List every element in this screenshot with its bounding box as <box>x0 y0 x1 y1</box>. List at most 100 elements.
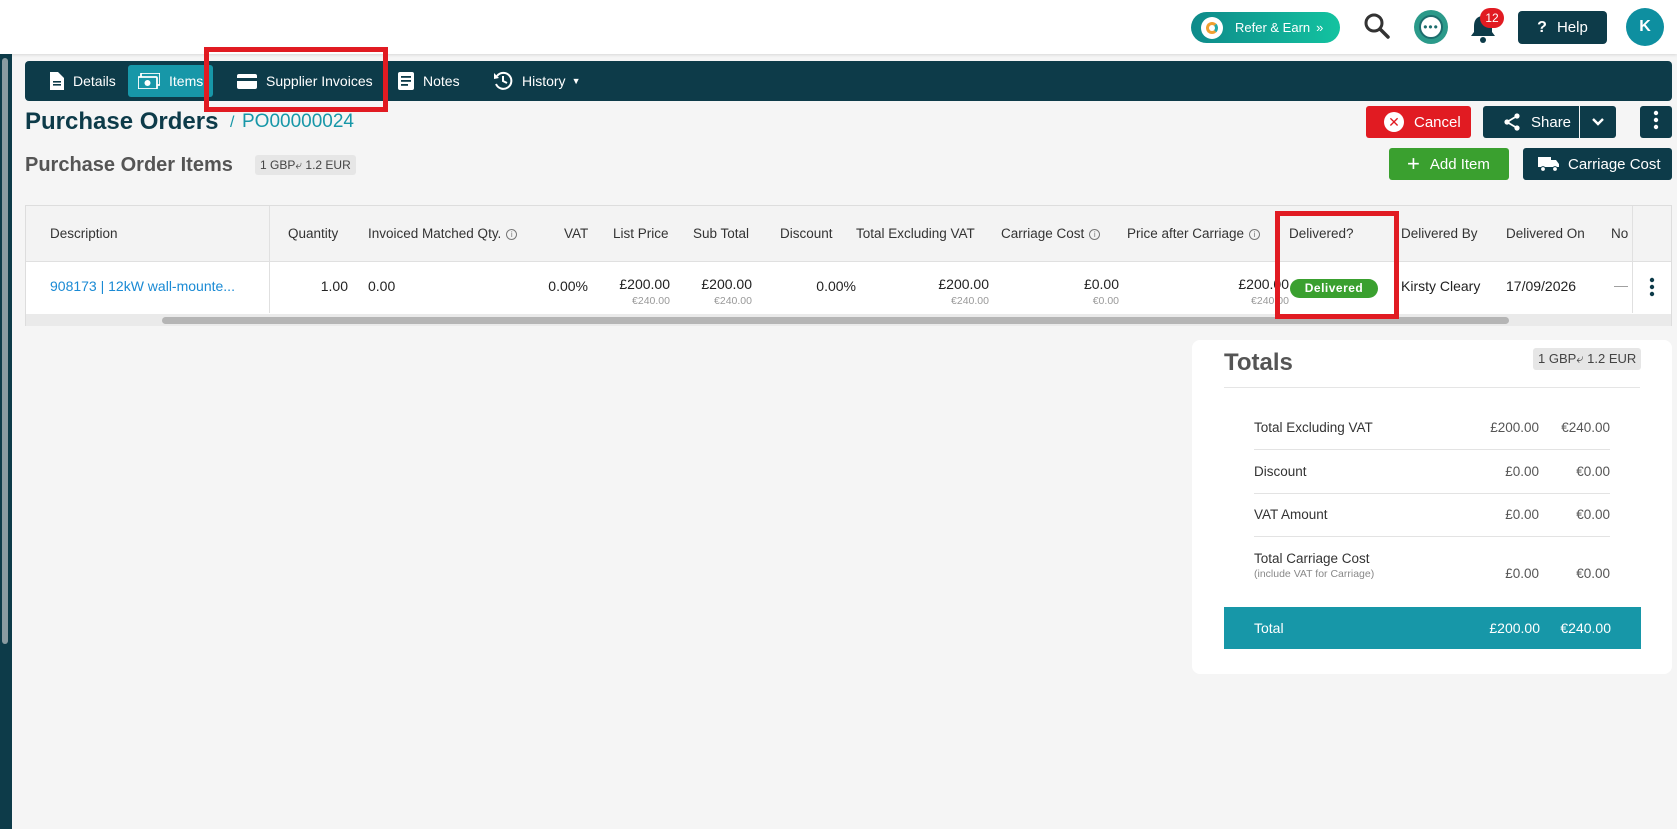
add-item-button[interactable]: + Add Item <box>1389 148 1509 180</box>
totals-card: Totals Total Excluding VAT £200.00 €240.… <box>1192 340 1672 674</box>
col-description[interactable]: Description <box>50 226 118 241</box>
breadcrumb-separator: / <box>230 114 235 131</box>
document-icon <box>48 72 64 90</box>
divider <box>1254 536 1610 537</box>
col-carriage-cost-label: Carriage Cost <box>1001 226 1085 241</box>
kebab-icon <box>1653 110 1659 134</box>
grand-total-eur: €240.00 <box>1560 620 1611 636</box>
cell-list-price: £200.00 <box>619 276 670 292</box>
search-icon[interactable] <box>1362 11 1392 41</box>
plus-icon: + <box>1407 151 1420 176</box>
totals-note: (include VAT for Carriage) <box>1254 568 1375 580</box>
more-options-button[interactable] <box>1640 106 1672 138</box>
tab-label: Details <box>73 73 116 89</box>
col-notes[interactable]: No <box>1611 226 1628 241</box>
totals-gbp: £0.00 <box>1505 464 1539 479</box>
column-divider <box>269 206 270 313</box>
refer-and-earn-button[interactable]: Refer & Earn » <box>1191 12 1340 43</box>
cell-vat: 0.00% <box>548 278 588 294</box>
totals-label: Discount <box>1254 464 1307 479</box>
tab-supplier-invoices[interactable]: Supplier Invoices <box>227 65 383 97</box>
cell-delivered-by: Kirsty Cleary <box>1401 278 1481 294</box>
col-sub-total[interactable]: Sub Total <box>693 226 749 241</box>
divider <box>1254 449 1610 450</box>
breadcrumb-po-number[interactable]: PO00000024 <box>242 111 354 133</box>
chat-icon[interactable]: ••• <box>1414 10 1448 44</box>
col-vat[interactable]: VAT <box>564 226 588 241</box>
tab-label: Supplier Invoices <box>266 73 373 89</box>
cancel-button[interactable]: ✕ Cancel <box>1366 106 1471 138</box>
help-label: Help <box>1556 19 1588 36</box>
close-icon: ✕ <box>1384 112 1404 132</box>
col-invoiced-matched[interactable]: Invoiced Matched Qty. i <box>368 226 518 241</box>
totals-gbp: £0.00 <box>1505 566 1539 581</box>
col-quantity[interactable]: Quantity <box>288 226 338 241</box>
col-delivered-by[interactable]: Delivered By <box>1401 226 1478 241</box>
exchange-rate-chip: 1 GBP⤶ 1.2 EUR <box>255 155 356 175</box>
share-dropdown-button[interactable] <box>1580 106 1616 138</box>
tab-bar: Details Items Supplier Invoices Notes Hi… <box>25 61 1672 101</box>
notes-icon <box>398 72 414 90</box>
cell-total-excl-vat: £200.00 <box>938 276 989 292</box>
col-list-price[interactable]: List Price <box>613 226 669 241</box>
col-total-excl-vat[interactable]: Total Excluding VAT <box>856 226 975 241</box>
col-carriage-cost[interactable]: Carriage Cost i <box>1001 226 1101 241</box>
cell-notes: — <box>1614 277 1628 293</box>
item-description-link[interactable]: 908173 | 12kW wall-mounte... <box>50 278 235 294</box>
left-sidebar-scrollbar[interactable] <box>0 54 12 829</box>
col-delivered[interactable]: Delivered? <box>1289 226 1354 241</box>
row-actions-kebab-icon[interactable] <box>1649 277 1655 300</box>
totals-gbp: £200.00 <box>1490 420 1539 435</box>
help-button[interactable]: ? Help <box>1518 11 1607 44</box>
section-title: Purchase Order Items <box>25 154 233 176</box>
cancel-label: Cancel <box>1414 113 1461 131</box>
cell-price-after-carriage: £200.00 <box>1238 276 1289 292</box>
carriage-cost-button[interactable]: Carriage Cost <box>1523 148 1672 180</box>
table-row[interactable]: 908173 | 12kW wall-mounte... 1.00 0.00 0… <box>26 263 1671 313</box>
tab-items[interactable]: Items <box>128 65 214 97</box>
table-header: Description Quantity Invoiced Matched Qt… <box>26 206 1671 262</box>
totals-eur: €0.00 <box>1576 507 1610 522</box>
tab-history[interactable]: History ▼ <box>483 65 590 97</box>
totals-label-wrap: Total Carriage Cost (include VAT for Car… <box>1254 551 1374 580</box>
tab-details[interactable]: Details <box>38 65 126 97</box>
truck-icon <box>1538 156 1560 172</box>
share-label: Share <box>1531 113 1572 131</box>
cell-quantity: 1.00 <box>320 278 348 294</box>
totals-label: Total Carriage Cost <box>1254 551 1370 566</box>
history-icon <box>493 71 513 91</box>
cell-sub-total-eur: €240.00 <box>714 295 752 307</box>
notification-badge: 12 <box>1480 8 1504 28</box>
status-badge: Delivered <box>1290 279 1378 298</box>
col-discount[interactable]: Discount <box>780 226 833 241</box>
col-delivered-on[interactable]: Delivered On <box>1506 226 1585 241</box>
cell-discount: 0.00% <box>816 278 856 294</box>
share-button[interactable]: Share <box>1483 106 1579 138</box>
totals-row-carriage: Total Carriage Cost (include VAT for Car… <box>1254 551 1610 585</box>
tab-label: History <box>522 73 566 89</box>
grand-total-gbp: £200.00 <box>1489 620 1540 636</box>
totals-title: Totals <box>1224 349 1293 376</box>
cell-invoiced-matched: 0.00 <box>368 278 396 294</box>
grand-total-label: Total <box>1254 620 1284 636</box>
cell-carriage-cost-eur: €0.00 <box>1092 295 1119 307</box>
info-icon[interactable]: i <box>1089 229 1101 240</box>
horizontal-scrollbar[interactable] <box>26 314 1671 326</box>
money-icon <box>138 73 160 89</box>
info-icon[interactable]: i <box>506 229 518 240</box>
avatar[interactable]: K <box>1626 8 1664 46</box>
col-price-after-carriage-label: Price after Carriage <box>1127 226 1245 241</box>
add-item-label: Add Item <box>1429 155 1490 173</box>
totals-eur: €0.00 <box>1576 464 1610 479</box>
info-icon[interactable]: i <box>1249 229 1261 240</box>
carriage-cost-label: Carriage Cost <box>1568 155 1661 173</box>
tab-notes[interactable]: Notes <box>388 65 470 97</box>
totals-label: Total Excluding VAT <box>1254 420 1373 435</box>
items-table: Description Quantity Invoiced Matched Qt… <box>25 205 1672 326</box>
refer-label: Refer & Earn <box>1235 20 1311 35</box>
col-price-after-carriage[interactable]: Price after Carriage i <box>1127 226 1261 241</box>
divider <box>1224 387 1640 388</box>
divider <box>1254 493 1610 494</box>
share-icon <box>1503 113 1521 131</box>
refer-logo-icon <box>1201 16 1223 39</box>
